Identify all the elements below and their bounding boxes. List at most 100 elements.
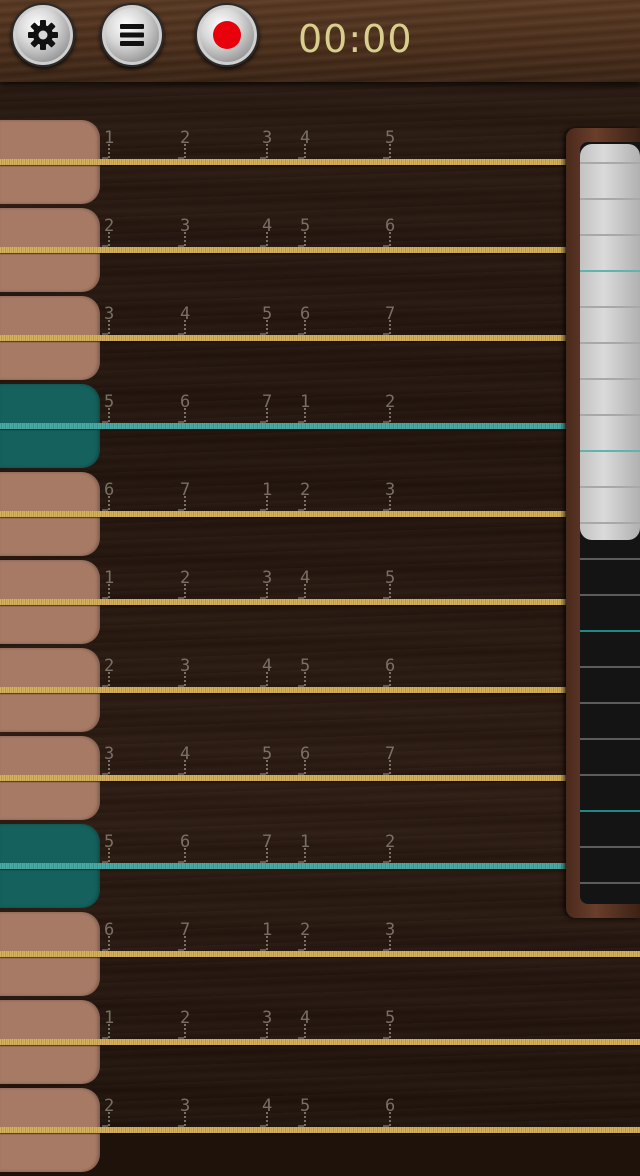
- note-tick: [260, 333, 266, 335]
- string-row[interactable]: 34567: [0, 736, 640, 824]
- string-row[interactable]: 56712: [0, 824, 640, 912]
- note-marker: [184, 584, 186, 598]
- scroller-string-preview: [580, 846, 640, 848]
- note-marker: [108, 760, 110, 774]
- note-marker: [266, 496, 268, 510]
- note-marker: [108, 936, 110, 950]
- string-row[interactable]: 67123: [0, 912, 640, 1000]
- string[interactable]: [0, 599, 566, 605]
- note-tick: [260, 1037, 266, 1039]
- note-tick: [298, 1125, 304, 1127]
- note-tick: [178, 421, 184, 423]
- string[interactable]: [0, 247, 566, 253]
- note-tick: [102, 685, 108, 687]
- note-marker: [108, 408, 110, 422]
- note-marker: [304, 760, 306, 774]
- note-marker: [389, 760, 391, 774]
- note-marker: [184, 672, 186, 686]
- string-row[interactable]: 23456: [0, 648, 640, 736]
- string[interactable]: [0, 1039, 640, 1045]
- note-tick: [298, 773, 304, 775]
- note-tick: [260, 773, 266, 775]
- string[interactable]: [0, 423, 566, 429]
- note-tick: [383, 773, 389, 775]
- note-tick: [178, 245, 184, 247]
- recording-timer: 00:00: [298, 17, 413, 61]
- menu-button[interactable]: [100, 3, 164, 67]
- string-scroller[interactable]: [566, 128, 640, 918]
- scroller-string-preview: [580, 702, 640, 704]
- string-row[interactable]: 12345: [0, 1000, 640, 1088]
- note-tick: [383, 1037, 389, 1039]
- note-tick: [383, 1125, 389, 1127]
- note-marker: [184, 1024, 186, 1038]
- string-row[interactable]: 34567: [0, 296, 640, 384]
- scroller-thumb[interactable]: [580, 144, 640, 540]
- string[interactable]: [0, 511, 566, 517]
- note-tick: [383, 685, 389, 687]
- note-tick: [178, 597, 184, 599]
- scroller-track[interactable]: [580, 142, 640, 904]
- note-marker: [304, 408, 306, 422]
- note-tick: [298, 157, 304, 159]
- string[interactable]: [0, 159, 566, 165]
- note-marker: [304, 1112, 306, 1126]
- record-button[interactable]: [195, 3, 259, 67]
- note-marker: [304, 144, 306, 158]
- note-marker: [108, 848, 110, 862]
- note-marker: [266, 672, 268, 686]
- scroller-string-preview: [580, 450, 640, 452]
- string-row[interactable]: 12345: [0, 120, 640, 208]
- string[interactable]: [0, 687, 566, 693]
- string[interactable]: [0, 863, 566, 869]
- string-row[interactable]: 67123: [0, 472, 640, 560]
- string-row[interactable]: 23456: [0, 208, 640, 296]
- note-marker: [184, 144, 186, 158]
- note-tick: [178, 949, 184, 951]
- note-tick: [260, 1125, 266, 1127]
- scroller-string-preview: [580, 666, 640, 668]
- note-tick: [102, 157, 108, 159]
- note-marker: [304, 496, 306, 510]
- note-marker: [389, 496, 391, 510]
- note-marker: [304, 1024, 306, 1038]
- note-tick: [178, 773, 184, 775]
- note-tick: [178, 333, 184, 335]
- string[interactable]: [0, 1127, 640, 1133]
- string-row[interactable]: 56712: [0, 384, 640, 472]
- string-row[interactable]: 12345: [0, 560, 640, 648]
- scroller-string-preview: [580, 378, 640, 380]
- scroller-string-preview: [580, 774, 640, 776]
- note-tick: [178, 1037, 184, 1039]
- note-tick: [102, 1037, 108, 1039]
- note-tick: [383, 597, 389, 599]
- note-marker: [266, 232, 268, 246]
- note-marker: [389, 584, 391, 598]
- note-tick: [383, 861, 389, 863]
- note-tick: [298, 949, 304, 951]
- note-tick: [178, 509, 184, 511]
- scroller-string-preview: [580, 198, 640, 200]
- scroller-string-preview: [580, 882, 640, 884]
- string[interactable]: [0, 775, 566, 781]
- string[interactable]: [0, 335, 566, 341]
- menu-icon: [117, 21, 147, 49]
- note-tick: [298, 333, 304, 335]
- note-tick: [383, 421, 389, 423]
- gear-icon: [26, 18, 60, 52]
- note-tick: [260, 245, 266, 247]
- note-marker: [184, 1112, 186, 1126]
- note-marker: [266, 936, 268, 950]
- note-marker: [184, 232, 186, 246]
- string-row[interactable]: 23456: [0, 1088, 640, 1176]
- note-marker: [389, 232, 391, 246]
- note-tick: [298, 421, 304, 423]
- scroller-string-preview: [580, 306, 640, 308]
- note-tick: [383, 949, 389, 951]
- string[interactable]: [0, 951, 640, 957]
- note-marker: [389, 408, 391, 422]
- note-marker: [389, 144, 391, 158]
- note-tick: [260, 685, 266, 687]
- note-marker: [304, 232, 306, 246]
- settings-button[interactable]: [11, 3, 75, 67]
